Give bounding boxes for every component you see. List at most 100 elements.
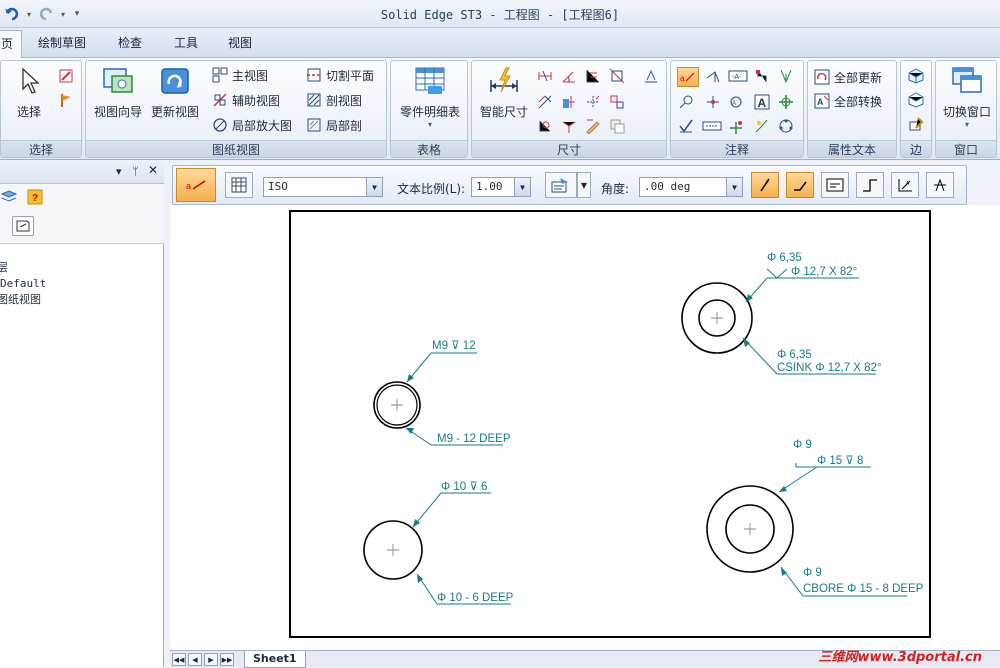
add-layer-icon[interactable] xyxy=(12,216,34,236)
chain-dim-icon[interactable] xyxy=(560,117,578,135)
edge-condition-icon[interactable] xyxy=(677,117,695,135)
coordinate-dim-icon[interactable] xyxy=(584,67,602,85)
cutting-plane-button[interactable]: 切割平面 xyxy=(306,65,374,85)
hole-10-top-text[interactable]: Φ 10 ⊽ 6 xyxy=(441,481,487,493)
section-view-button[interactable]: 剖视图 xyxy=(306,90,362,110)
chamfer-note-icon[interactable] xyxy=(701,117,723,135)
cbore-top-spec-text[interactable]: Φ 15 ⊽ 8 xyxy=(817,455,863,467)
tab-tools[interactable]: 工具 xyxy=(174,34,198,51)
flag-icon[interactable] xyxy=(57,91,75,109)
convert-all-button[interactable]: A 全部转换 xyxy=(814,91,882,111)
last-sheet-icon[interactable]: ▶▶ xyxy=(220,653,234,666)
style-combo[interactable]: ISO ▼ xyxy=(263,177,383,197)
sheet-properties-icon[interactable]: ? xyxy=(26,188,46,206)
datum-frame-icon[interactable] xyxy=(753,67,771,85)
ordinate-dim-icon[interactable] xyxy=(536,117,554,135)
symmetric-diameter-icon[interactable] xyxy=(560,93,578,111)
parts-list-button[interactable]: 零件明细表 ▾ xyxy=(395,65,465,129)
angular-coordinate-icon[interactable] xyxy=(584,93,602,111)
drawing-sheet[interactable]: M9 ⊽ 12 M9 - 12 DEEP Φ 10 ⊽ 6 Φ 10 - 6 D… xyxy=(289,210,931,638)
switch-window-button[interactable]: 切换窗口 ▾ xyxy=(938,65,996,129)
panel-menu-icon[interactable]: ▾ xyxy=(116,165,122,178)
text-icon[interactable]: A xyxy=(753,93,771,111)
chamfer-dim-icon[interactable] xyxy=(536,93,554,111)
hide-edge-icon[interactable] xyxy=(907,91,925,109)
bolt-circle-icon[interactable] xyxy=(777,117,795,135)
border-icon[interactable] xyxy=(821,172,849,198)
center-mark-icon[interactable] xyxy=(777,93,795,111)
csink-top-spec-text[interactable]: Φ 12,7 X 82° xyxy=(791,266,857,278)
leader-toggle-icon[interactable] xyxy=(751,172,779,198)
prev-sheet-icon[interactable]: ◀ xyxy=(188,653,202,666)
angle-between-icon[interactable] xyxy=(560,67,578,85)
callout-icon[interactable]: a xyxy=(677,67,699,87)
distance-between-icon[interactable] xyxy=(536,67,554,85)
group-dimension: 智能尺寸 尺寸 xyxy=(471,60,667,158)
attach-dim-icon[interactable] xyxy=(608,93,626,111)
csink-bot-dia-text[interactable]: Φ 6,35 xyxy=(777,349,812,361)
tree-item-layer[interactable]: 层 xyxy=(0,260,46,276)
hole-m9-callout-text[interactable]: M9 - 12 DEEP xyxy=(437,433,511,445)
surface-texture-icon[interactable]: A xyxy=(727,93,745,111)
copy-attribute-icon[interactable] xyxy=(608,117,626,135)
angle-dropdown-icon[interactable]: ▼ xyxy=(726,178,742,196)
view-wizard-button[interactable]: 视图向导 xyxy=(90,65,146,120)
angle-combo[interactable]: .00 deg ▼ xyxy=(639,177,743,197)
csink-top-dia-text[interactable]: Φ 6,35 xyxy=(767,252,802,264)
retrieve-dim-icon[interactable] xyxy=(642,67,660,85)
tab-view[interactable]: 视图 xyxy=(228,34,252,51)
bolt-hole-circle-icon[interactable] xyxy=(753,117,771,135)
symmetric-dim-icon[interactable] xyxy=(608,67,626,85)
csink-bot-spec-text[interactable]: CSINK Φ 12,7 X 82° xyxy=(777,362,882,374)
centerline-icon[interactable] xyxy=(727,117,745,135)
tree-item-default[interactable]: Default xyxy=(0,276,46,292)
first-sheet-icon[interactable]: ◀◀ xyxy=(172,653,186,666)
tab-home[interactable]: 页 xyxy=(0,30,23,59)
align-text-icon[interactable] xyxy=(926,172,954,198)
balloon-icon[interactable] xyxy=(704,67,722,85)
smart-dimension-button[interactable]: 智能尺寸 xyxy=(476,65,532,120)
dim-tolerance-icon[interactable]: A xyxy=(891,172,919,198)
svg-text:-A-: -A- xyxy=(732,74,742,81)
ribbon-tabs: 页 绘制草图 检查 工具 视图 xyxy=(0,28,1000,59)
text-scale-combo[interactable]: 1.00 ▼ xyxy=(471,177,531,197)
tab-inspect[interactable]: 检查 xyxy=(118,34,142,51)
text-format-dropdown-icon[interactable]: ▼ xyxy=(577,172,591,198)
broken-out-button[interactable]: 局部剖 xyxy=(306,115,362,135)
select-button[interactable]: 选择 xyxy=(9,65,49,120)
edit-dim-icon[interactable] xyxy=(584,117,602,135)
edge-painter-icon[interactable] xyxy=(907,115,925,133)
pin-icon[interactable]: ᛘ xyxy=(132,165,139,178)
principal-view-button[interactable]: 主视图 xyxy=(212,65,268,85)
datum-target-icon[interactable] xyxy=(704,93,722,111)
tree-item-drawing-views[interactable]: 图纸视图 xyxy=(0,292,46,308)
update-all-button[interactable]: 全部更新 xyxy=(814,67,882,87)
next-sheet-icon[interactable]: ▶ xyxy=(204,653,218,666)
hole-m9-top-text[interactable]: M9 ⊽ 12 xyxy=(432,340,476,352)
detail-view-button[interactable]: 局部放大图 xyxy=(212,115,292,135)
weld-symbol-icon[interactable] xyxy=(777,67,795,85)
update-view-label: 更新视图 xyxy=(150,105,199,119)
cbore-bot-spec-text[interactable]: CBORE Φ 15 - 8 DEEP xyxy=(803,583,924,595)
text-scale-dropdown-icon[interactable]: ▼ xyxy=(514,178,530,196)
close-icon[interactable]: ✕ xyxy=(148,163,158,177)
cbore-top-dia-text[interactable]: Φ 9 xyxy=(793,439,812,451)
terminator-icon[interactable] xyxy=(856,172,884,198)
tab-sketch[interactable]: 绘制草图 xyxy=(38,34,86,51)
break-line-icon[interactable] xyxy=(786,172,814,198)
select-filter-icon[interactable] xyxy=(57,67,75,85)
update-view-button[interactable]: 更新视图 xyxy=(146,65,204,120)
cbore-bot-dia-text[interactable]: Φ 9 xyxy=(803,567,822,579)
cutting-plane-label: 切割平面 xyxy=(326,68,375,83)
feature-control-frame-icon[interactable]: -A- xyxy=(727,67,749,85)
show-edge-icon[interactable] xyxy=(907,67,925,85)
style-dropdown-icon[interactable]: ▼ xyxy=(366,178,382,196)
sheet-tab[interactable]: Sheet1 xyxy=(244,651,306,668)
auxiliary-view-button[interactable]: 辅助视图 xyxy=(212,90,280,110)
layers-tab-icon[interactable] xyxy=(0,188,18,206)
text-format-icon[interactable] xyxy=(545,172,577,198)
leader-icon[interactable] xyxy=(677,93,695,111)
callout-properties-icon[interactable]: a xyxy=(176,168,216,202)
hole-10-callout-text[interactable]: Φ 10 - 6 DEEP xyxy=(437,592,514,604)
style-icon[interactable] xyxy=(225,172,253,198)
